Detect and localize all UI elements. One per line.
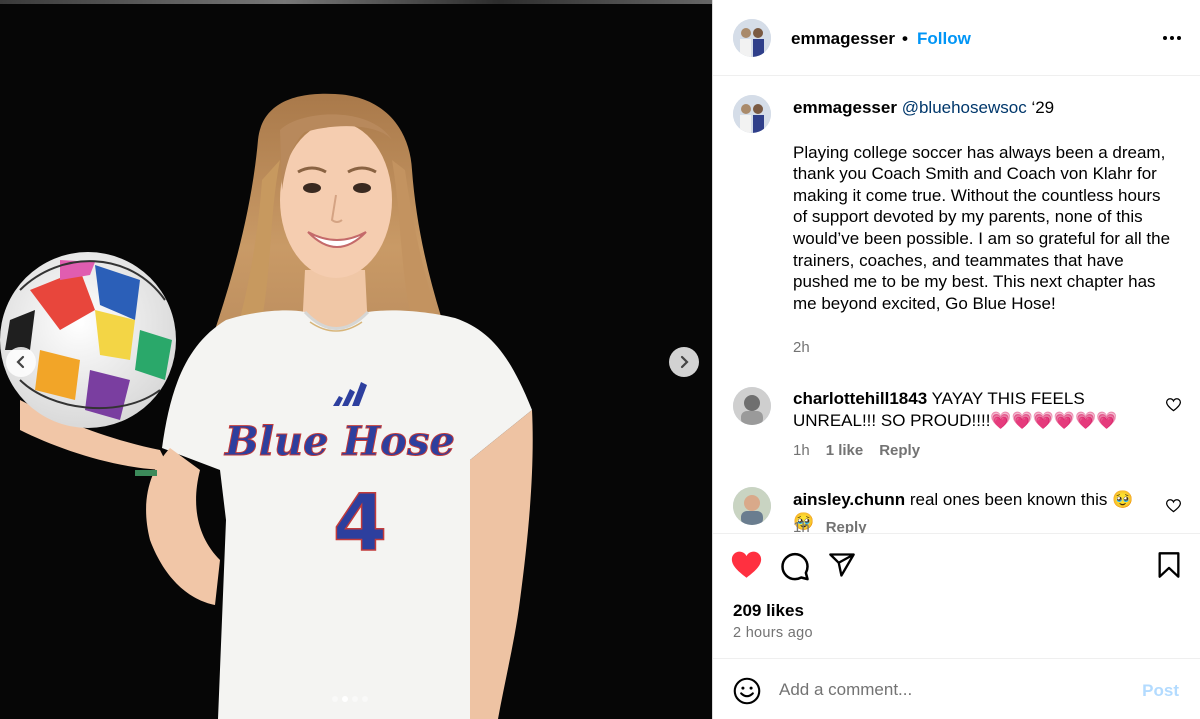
comments-section[interactable]: emmagesser @bluehosewsoc ‘29 Playing col… [713,77,1200,533]
comment-meta: 1h Reply [793,519,867,533]
caption-suffix: ‘29 [1031,98,1055,117]
comment-time: 1h [793,519,810,533]
more-horizontal-icon [1163,36,1167,40]
author-username[interactable]: emmagesser [791,29,895,49]
add-comment-bar: Post [713,658,1200,719]
comment-input[interactable] [779,672,1119,708]
post-caption: emmagesser @bluehosewsoc ‘29 Playing col… [793,97,1179,314]
carousel-dot [332,696,338,702]
jersey-number: 4 [333,479,387,569]
reply-button[interactable]: Reply [879,442,920,459]
post-photo: Blue Hose 4 [0,93,533,719]
share-icon[interactable] [828,551,856,579]
commenter-username[interactable]: charlottehill1843 [793,389,927,408]
commenter-avatar[interactable] [733,487,771,525]
caption-mention[interactable]: @bluehosewsoc [902,98,1027,117]
commenter-username[interactable]: ainsley.chunn [793,490,905,509]
commenter-avatar[interactable] [733,387,771,425]
post-actions: 209 likes 2 hours ago [713,533,1200,657]
caption-avatar[interactable] [733,95,771,133]
jersey-text: Blue Hose [224,418,455,465]
carousel-dot [362,696,368,702]
caption-headline: emmagesser @bluehosewsoc ‘29 [793,97,1179,119]
previous-photo-button[interactable] [6,347,36,377]
comment-meta: 1h 1 like Reply [793,442,920,459]
comment-likes[interactable]: 1 like [826,442,864,459]
comment-icon[interactable] [780,551,810,581]
soccer-ball [0,252,176,428]
chevron-left-icon [16,355,25,369]
more-dot [1177,36,1181,40]
reply-button[interactable]: Reply [826,519,867,533]
heart-outline-icon[interactable] [1166,499,1181,513]
heart-outline-icon[interactable] [1166,398,1181,412]
follow-button[interactable]: Follow [917,29,971,49]
caption-time: 2h [793,339,810,356]
author-avatar[interactable] [733,19,771,57]
chevron-right-icon [680,355,689,369]
post-media: Blue Hose 4 [0,0,712,719]
next-photo-button[interactable] [669,347,699,377]
post-header: emmagesser • Follow [713,0,1200,76]
header-separator: • [902,29,908,48]
comment-text-block: charlottehill1843 YAYAY THIS FEELS UNREA… [793,388,1153,431]
bookmark-icon[interactable] [1157,551,1181,579]
post-timestamp[interactable]: 2 hours ago [733,625,813,641]
comment-time: 1h [793,442,810,459]
likes-count[interactable]: 209 likes [733,601,804,621]
more-dot [1170,36,1174,40]
carousel-dot [352,696,358,702]
post-sidebar: emmagesser • Follow emmagesser @bluehose… [712,0,1200,719]
carousel-indicator [332,696,368,702]
caption-body: Playing college soccer has always been a… [793,142,1175,313]
emoji-icon[interactable] [733,677,761,705]
caption-username[interactable]: emmagesser [793,98,897,117]
carousel-dot [342,696,348,702]
more-options-button[interactable] [1157,26,1187,50]
heart-filled-icon[interactable] [731,551,762,579]
post-comment-button[interactable]: Post [1142,681,1179,701]
